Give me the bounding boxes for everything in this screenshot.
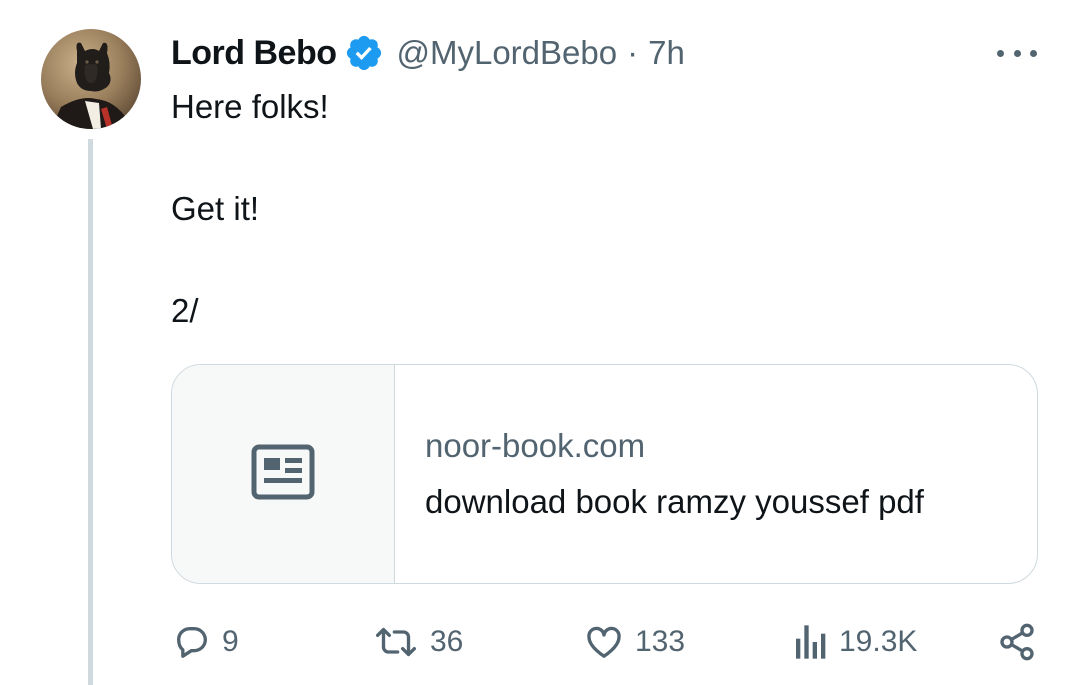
like-button[interactable]: 133 (583, 620, 685, 664)
tweet-time[interactable]: 7h (648, 34, 685, 72)
avatar[interactable] (41, 29, 141, 129)
retweet-icon (372, 622, 420, 662)
tweet-text-line-3: 2/ (171, 292, 199, 329)
like-count: 133 (635, 625, 686, 658)
link-card-thumbnail (172, 365, 395, 583)
verified-badge-icon (344, 33, 384, 73)
views-button[interactable]: 19.3K (793, 620, 917, 664)
reply-button[interactable]: 9 (172, 620, 239, 664)
views-count: 19.3K (839, 625, 918, 658)
link-card-domain: noor-book.com (425, 427, 646, 464)
share-button[interactable] (997, 620, 1037, 664)
link-card-title: download book ramzy youssef pdf (425, 483, 924, 520)
tweet-text-line-1: Here folks! (171, 88, 329, 125)
reply-icon (172, 622, 212, 662)
author-name[interactable]: Lord Bebo (171, 34, 337, 73)
separator-dot: · (627, 34, 639, 71)
reply-count: 9 (222, 625, 239, 658)
analytics-icon (793, 622, 829, 662)
share-icon (997, 622, 1037, 662)
action-bar: 9 36 133 19.3K (0, 620, 1079, 664)
dog-portrait-image (41, 29, 141, 129)
heart-icon (583, 622, 625, 662)
author-handle[interactable]: @MyLordBebo (396, 34, 617, 72)
thread-line (88, 139, 93, 685)
more-options-icon[interactable] (997, 38, 1037, 68)
tweet-text-line-2: Get it! (171, 190, 260, 227)
tweet-header: Lord Bebo @MyLordBebo · 7h (171, 30, 685, 76)
article-icon (251, 444, 315, 505)
link-card[interactable]: noor-book.com download book ramzy yousse… (171, 364, 1038, 584)
retweet-button[interactable]: 36 (372, 620, 463, 664)
retweet-count: 36 (430, 625, 464, 658)
